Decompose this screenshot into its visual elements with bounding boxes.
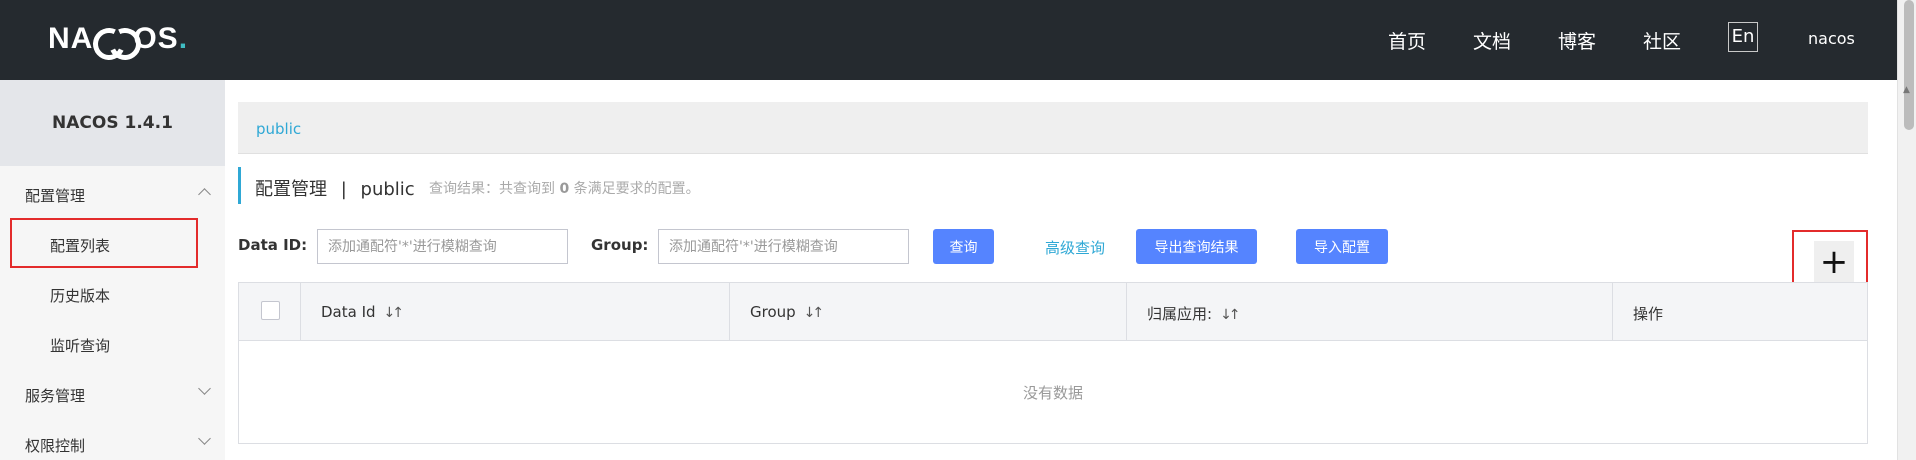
add-config-button[interactable]: + [1814, 241, 1854, 283]
chevron-down-icon[interactable] [198, 382, 211, 395]
column-label-group: Group [750, 303, 796, 321]
column-label-dataid: Data Id [321, 303, 376, 321]
group-label: Group: [591, 236, 649, 254]
chevron-up-icon[interactable] [198, 188, 211, 201]
page-title: 配置管理 | public [255, 175, 415, 201]
plus-icon: + [1819, 242, 1849, 282]
page-title-label: 配置管理 [255, 179, 327, 200]
query-button[interactable]: 查询 [933, 229, 994, 264]
query-result-summary: 查询结果：共查询到 0 条满足要求的配置。 [429, 178, 700, 198]
top-navbar: NA OS. 首页 文档 博客 社区 En nacos [0, 0, 1897, 80]
advanced-query-link[interactable]: 高级查询 [1045, 237, 1105, 258]
sidebar-item-listener-query[interactable]: 监听查询 [50, 335, 110, 356]
column-header-app[interactable]: 归属应用: ↓↑ [1127, 283, 1613, 341]
sidebar-group-service-management[interactable]: 服务管理 [25, 385, 85, 406]
user-menu[interactable]: nacos [1808, 29, 1855, 48]
logo-infinity-mark [93, 28, 133, 50]
sidebar-item-history[interactable]: 历史版本 [50, 285, 110, 306]
sort-icon[interactable]: ↓↑ [384, 305, 405, 321]
column-label-actions: 操作 [1633, 305, 1664, 323]
table-header: Data Id ↓↑ Group ↓↑ 归属应用: ↓↑ 操作 [239, 283, 1867, 341]
export-results-button[interactable]: 导出查询结果 [1136, 229, 1257, 264]
empty-state-text: 没有数据 [1022, 383, 1083, 402]
sidebar-group-access-control[interactable]: 权限控制 [25, 435, 85, 456]
sidebar: NACOS 1.4.1 配置管理 配置列表 历史版本 监听查询 服务管理 权限控… [0, 80, 225, 460]
title-separator: | [340, 179, 347, 200]
page-title-namespace: public [360, 179, 415, 200]
select-all-checkbox[interactable] [261, 301, 280, 320]
select-all-column [239, 283, 301, 341]
nav-community[interactable]: 社区 [1643, 27, 1681, 54]
config-table: Data Id ↓↑ Group ↓↑ 归属应用: ↓↑ 操作 没有数据 [238, 282, 1868, 444]
nacos-logo[interactable]: NA OS. [48, 22, 188, 56]
dataid-label: Data ID: [238, 236, 308, 254]
column-header-actions: 操作 [1613, 283, 1867, 341]
language-switch-button[interactable]: En [1728, 22, 1758, 52]
scrollbar-thumb[interactable] [1904, 0, 1914, 130]
sidebar-group-config-management[interactable]: 配置管理 [25, 185, 85, 206]
column-header-dataid[interactable]: Data Id ↓↑ [301, 283, 730, 341]
sort-icon[interactable]: ↓↑ [1220, 307, 1241, 323]
sort-icon[interactable]: ↓↑ [804, 305, 825, 321]
sidebar-item-config-list[interactable]: 配置列表 [50, 235, 110, 256]
nav-home[interactable]: 首页 [1388, 27, 1426, 54]
column-header-group[interactable]: Group ↓↑ [730, 283, 1127, 341]
result-suffix: 条满足要求的配置。 [573, 181, 700, 197]
nav-docs[interactable]: 文档 [1473, 27, 1511, 54]
nav-blog[interactable]: 博客 [1558, 27, 1596, 54]
import-config-button[interactable]: 导入配置 [1296, 229, 1388, 264]
column-label-app: 归属应用: [1147, 305, 1213, 323]
namespace-bar: public [238, 102, 1868, 154]
sidebar-version-title: NACOS 1.4.1 [0, 80, 225, 166]
group-search-input[interactable] [658, 229, 909, 264]
page-scrollbar[interactable]: ▲ [1897, 0, 1916, 460]
result-count: 0 [559, 181, 570, 197]
chevron-down-icon[interactable] [198, 432, 211, 445]
main-content: public 配置管理 | public 查询结果：共查询到 0 条满足要求的配… [225, 80, 1897, 460]
result-prefix: 查询结果：共查询到 [429, 181, 555, 197]
dataid-search-input[interactable] [317, 229, 568, 264]
namespace-link-public[interactable]: public [256, 120, 301, 138]
page-title-bar: 配置管理 | public 查询结果：共查询到 0 条满足要求的配置。 [238, 167, 700, 204]
scroll-up-arrow-icon[interactable]: ▲ [1903, 85, 1910, 95]
